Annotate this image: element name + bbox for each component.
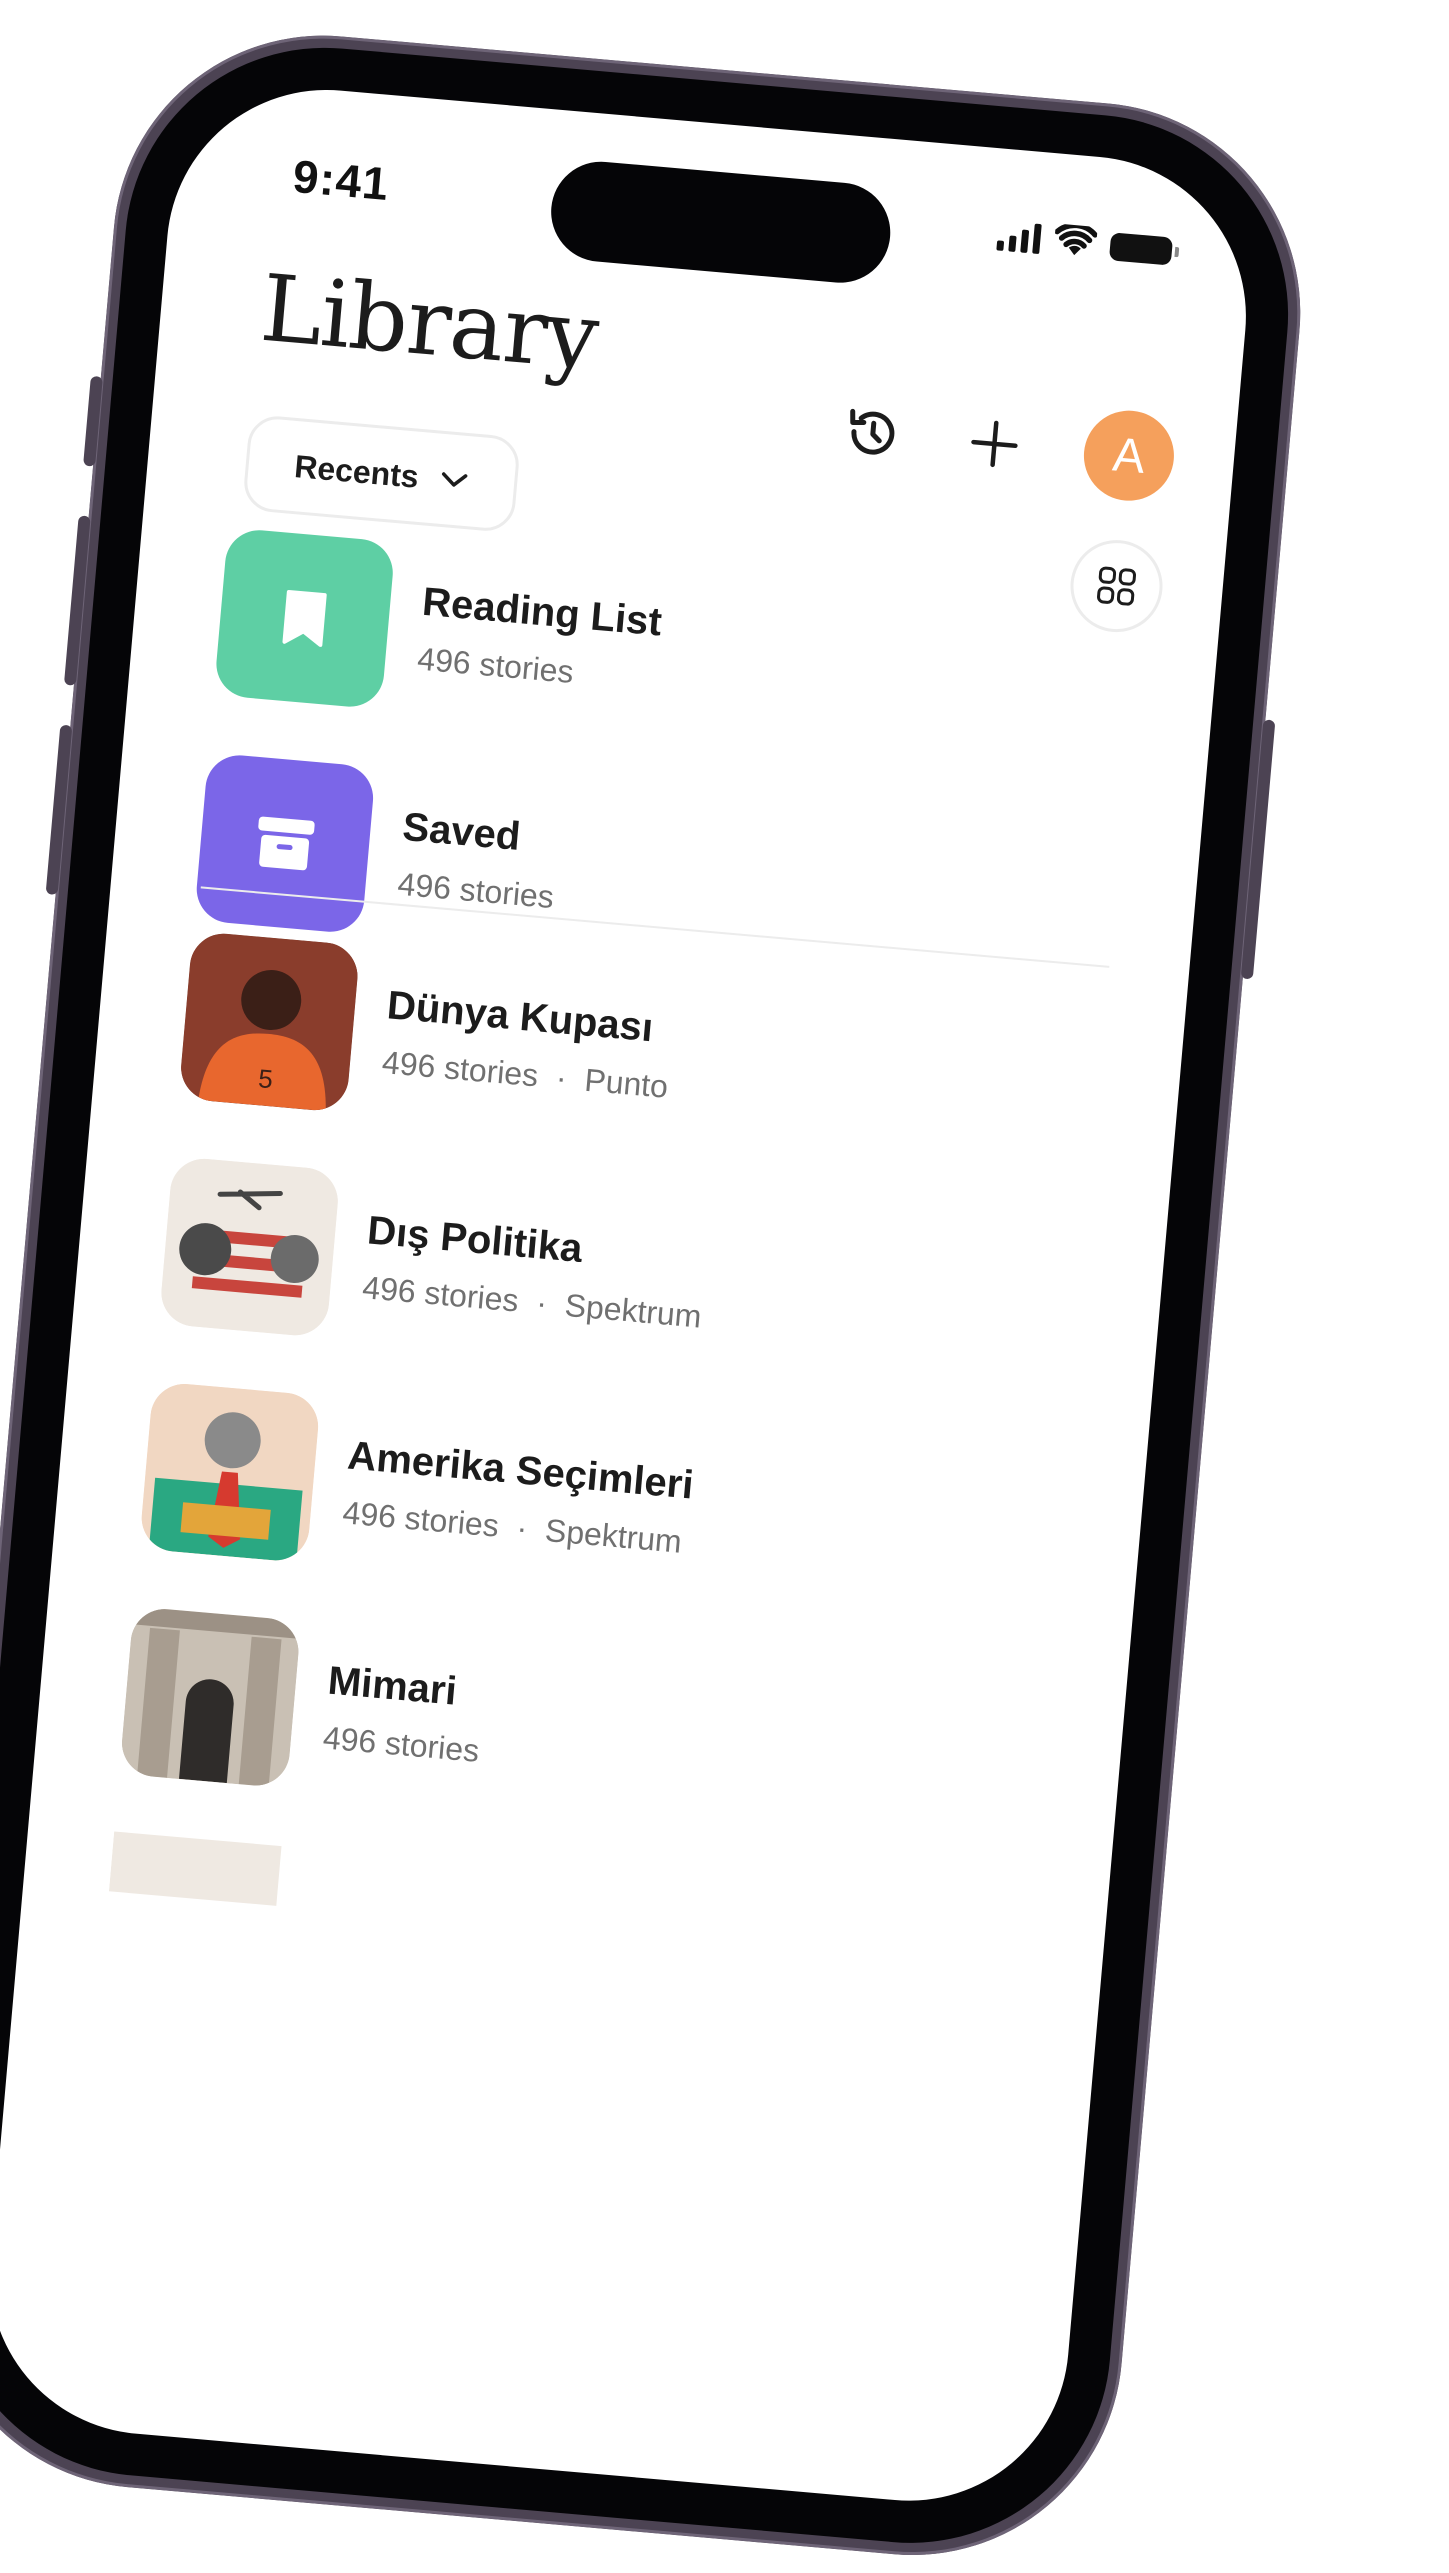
architecture-photo-image [119, 1606, 302, 1789]
list-item-partial [108, 1831, 1047, 1972]
history-button[interactable] [838, 399, 907, 468]
list-item-title: Saved [400, 804, 523, 859]
add-button[interactable] [960, 409, 1029, 478]
battery-icon [1108, 232, 1174, 266]
chevron-down-icon [442, 472, 468, 487]
list-item-meta: 496 stories [396, 865, 556, 916]
source-name: Spektrum [563, 1286, 703, 1335]
list-item-title: Mimari [326, 1658, 459, 1714]
phone-frame: 9:41 Library A Recents Reading List 496 … [0, 18, 1318, 2573]
list-item-title: Dünya Kupası [385, 983, 655, 1051]
story-count: 496 stories [341, 1494, 501, 1544]
list-item-title: Amerika Seçimleri [345, 1433, 696, 1508]
svg-text:5: 5 [257, 1063, 274, 1094]
foreign-policy-collage-image [158, 1156, 341, 1339]
wifi-icon [1054, 223, 1098, 256]
list-item-title: Dış Politika [365, 1208, 585, 1271]
list-item-meta: 496 stories [415, 640, 576, 691]
story-count: 496 stories [321, 1719, 481, 1769]
status-icons [996, 218, 1174, 266]
list-item-amerika-secimleri[interactable]: Amerika Seçimleri 496 stories · Spektrum [138, 1381, 1086, 1630]
saved-thumb [193, 752, 376, 935]
recents-dropdown[interactable]: Recents [241, 413, 522, 534]
bookmark-icon [282, 589, 327, 647]
avatar[interactable]: A [1080, 406, 1178, 505]
list-item-dis-politika[interactable]: Dış Politika 496 stories · Spektrum [158, 1156, 1106, 1405]
volume-down-button [45, 724, 73, 895]
list-item-mimari[interactable]: Mimari 496 stories [119, 1606, 1066, 1855]
grid-icon [1097, 566, 1137, 606]
list-item-reading-list[interactable]: Reading List 496 stories [213, 527, 1161, 776]
silent-switch [83, 375, 103, 467]
source-name: Spektrum [543, 1511, 684, 1560]
dynamic-island [547, 157, 895, 287]
status-time: 9:41 [290, 149, 392, 211]
list-item-title: Reading List [420, 579, 664, 645]
reading-list-thumb [213, 527, 396, 710]
football-player-image: 5 [178, 930, 361, 1113]
plus-icon [971, 420, 1018, 468]
source-name: Punto [583, 1061, 670, 1105]
us-elections-collage-image [138, 1381, 321, 1564]
history-icon [850, 408, 895, 455]
recents-dropdown-label: Recents [293, 447, 421, 495]
archive-box-icon [258, 816, 315, 871]
partial-thumb-image [108, 1831, 287, 1960]
phone-bezel: 9:41 Library A Recents Reading List 496 … [0, 31, 1305, 2560]
story-count: 496 stories [380, 1043, 540, 1094]
story-count: 496 stories [360, 1269, 521, 1319]
cellular-signal-icon [996, 218, 1042, 255]
app-screen: 9:41 Library A Recents Reading List 496 … [0, 76, 1260, 2514]
volume-up-button [63, 515, 91, 686]
topics-list: 5 Dünya Kupası 496 stories · Punto Dış P… [108, 930, 1125, 1973]
page-title: Library [256, 254, 603, 391]
header-actions: A [837, 386, 1178, 505]
